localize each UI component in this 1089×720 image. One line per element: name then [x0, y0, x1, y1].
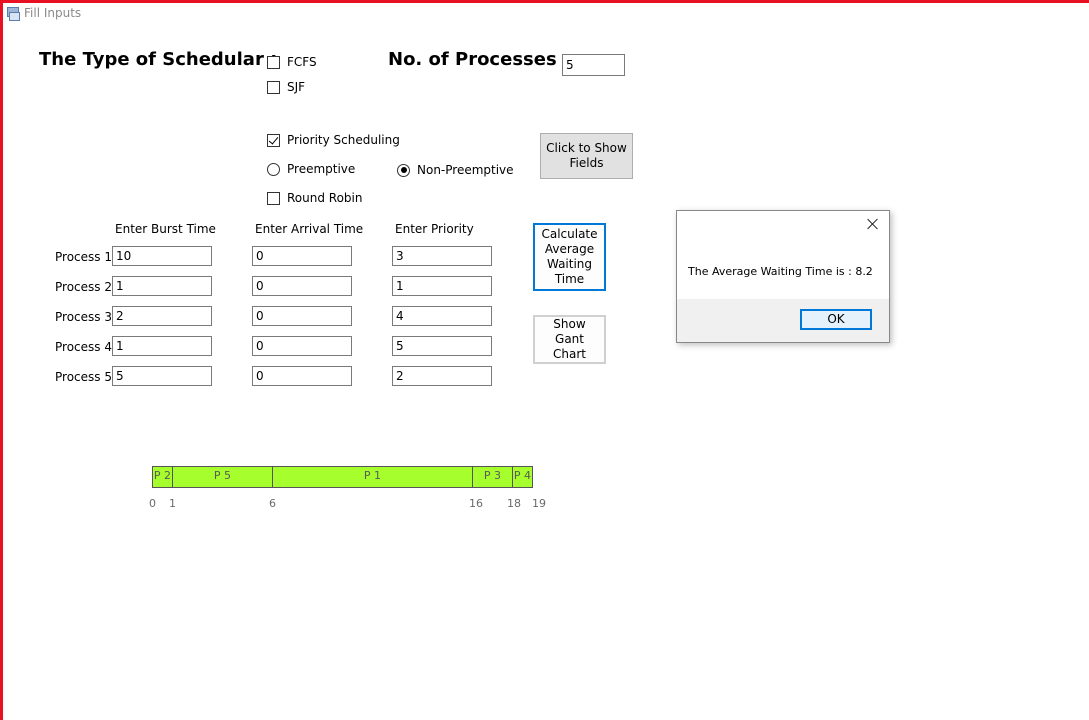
- process-row-label: Process 3: [55, 310, 112, 324]
- window-border-left: [0, 0, 3, 720]
- gantt-segment: P 4: [512, 466, 533, 488]
- arrival-time-input[interactable]: [252, 276, 352, 296]
- close-icon[interactable]: [866, 217, 880, 231]
- arrival-time-input[interactable]: [252, 306, 352, 326]
- gantt-tick-label: 0: [149, 497, 156, 510]
- gantt-segment: P 3: [472, 466, 513, 488]
- burst-time-input[interactable]: [112, 336, 212, 356]
- burst-time-input[interactable]: [112, 306, 212, 326]
- app-icon: [6, 6, 20, 21]
- priority-input[interactable]: [392, 276, 492, 296]
- gantt-tick-label: 19: [532, 497, 546, 510]
- arrival-time-header: Enter Arrival Time: [255, 222, 364, 236]
- priority-header: Enter Priority: [395, 222, 474, 236]
- burst-time-input[interactable]: [112, 246, 212, 266]
- process-row-label: Process 5: [55, 370, 112, 384]
- window-title: Fill Inputs: [24, 6, 82, 20]
- process-row-label: Process 1: [55, 250, 112, 264]
- non-preemptive-label: Non-Preemptive: [417, 163, 514, 177]
- show-fields-button[interactable]: Click to Show Fields: [540, 133, 633, 179]
- burst-time-input[interactable]: [112, 366, 212, 386]
- dialog-footer: OK: [677, 299, 889, 342]
- fcfs-checkbox[interactable]: FCFS: [267, 55, 317, 69]
- gantt-tick-label: 6: [269, 497, 276, 510]
- round-robin-checkbox-box[interactable]: [267, 191, 280, 205]
- priority-checkbox-box[interactable]: [267, 133, 280, 147]
- fcfs-checkbox-box[interactable]: [267, 55, 280, 69]
- show-gantt-chart-button[interactable]: Show Gant Chart: [533, 315, 606, 364]
- priority-label: Priority Scheduling: [287, 133, 400, 147]
- process-row-label: Process 2: [55, 280, 112, 294]
- title-bar: Fill Inputs: [6, 5, 81, 21]
- priority-checkbox[interactable]: Priority Scheduling: [267, 133, 400, 147]
- preemptive-radio-circle[interactable]: [267, 162, 280, 176]
- round-robin-label: Round Robin: [287, 191, 363, 205]
- preemptive-label: Preemptive: [287, 162, 356, 176]
- process-count-heading: No. of Processes :: [388, 49, 571, 70]
- dialog-message: The Average Waiting Time is : 8.2: [688, 265, 873, 278]
- window-border-top: [0, 0, 1089, 3]
- priority-input[interactable]: [392, 366, 492, 386]
- priority-input[interactable]: [392, 246, 492, 266]
- non-preemptive-radio[interactable]: Non-Preemptive: [397, 163, 514, 177]
- priority-input[interactable]: [392, 336, 492, 356]
- gantt-segment: P 5: [172, 466, 273, 488]
- round-robin-checkbox[interactable]: Round Robin: [267, 191, 362, 205]
- gantt-tick-label: 1: [169, 497, 176, 510]
- non-preemptive-radio-circle[interactable]: [397, 163, 410, 177]
- sjf-checkbox[interactable]: SJF: [267, 80, 305, 94]
- message-dialog: The Average Waiting Time is : 8.2 OK: [676, 210, 890, 343]
- scheduler-type-heading: The Type of Schedular :: [39, 49, 278, 70]
- sjf-checkbox-box[interactable]: [267, 80, 280, 94]
- arrival-time-input[interactable]: [252, 246, 352, 266]
- calculate-average-button[interactable]: Calculate Average Waiting Time: [533, 223, 606, 291]
- burst-time-header: Enter Burst Time: [115, 222, 216, 236]
- ok-button[interactable]: OK: [800, 309, 872, 330]
- gantt-tick-label: 16: [469, 497, 483, 510]
- fcfs-label: FCFS: [287, 55, 317, 69]
- burst-time-input[interactable]: [112, 276, 212, 296]
- sjf-label: SJF: [287, 80, 306, 94]
- gantt-segment: P 1: [272, 466, 473, 488]
- process-row-label: Process 4: [55, 340, 112, 354]
- gantt-segment: P 2: [152, 466, 173, 488]
- process-count-input[interactable]: [562, 54, 625, 76]
- gantt-tick-label: 18: [507, 497, 521, 510]
- arrival-time-input[interactable]: [252, 336, 352, 356]
- arrival-time-input[interactable]: [252, 366, 352, 386]
- priority-input[interactable]: [392, 306, 492, 326]
- preemptive-radio[interactable]: Preemptive: [267, 162, 355, 176]
